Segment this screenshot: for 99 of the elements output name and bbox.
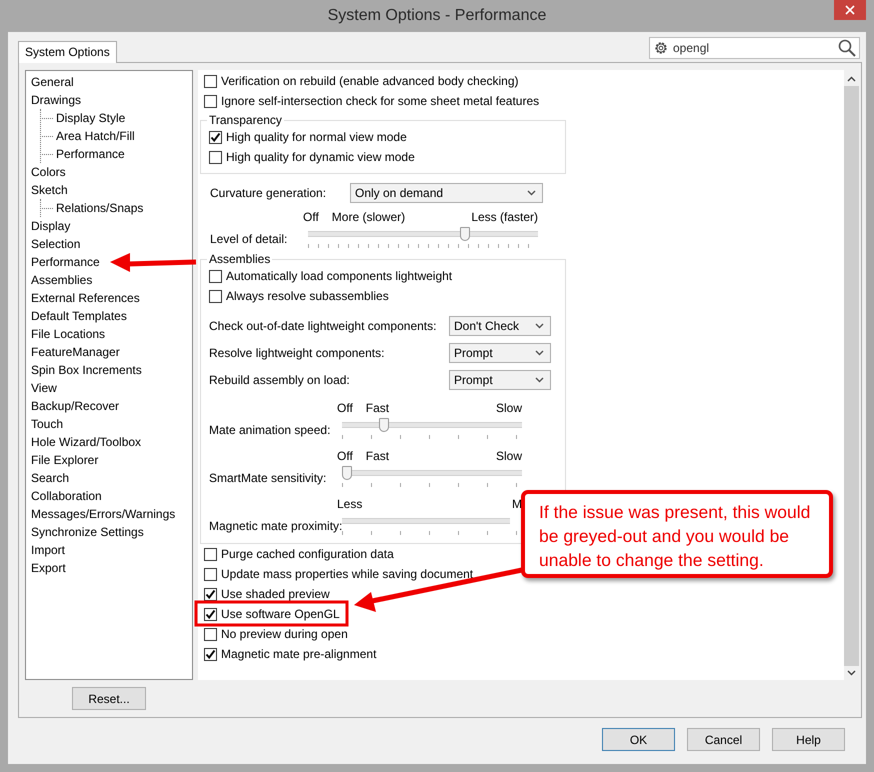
dialog-button[interactable]: OK <box>602 728 675 751</box>
checkbox[interactable] <box>204 74 217 88</box>
dropdown-label: Curvature generation: <box>210 186 328 200</box>
slider-mark-label: Off <box>337 449 353 463</box>
slider-mark-label: Less <box>337 497 362 511</box>
dropdown-label: Resolve lightweight components: <box>209 346 386 360</box>
slider-label: Magnetic mate proximity: <box>209 518 342 533</box>
close-button[interactable] <box>834 0 866 20</box>
checkbox[interactable] <box>209 290 222 302</box>
chevron-down-icon <box>535 376 544 382</box>
dialog-button[interactable]: Help <box>772 728 845 751</box>
slider-mark-label: Fast <box>366 449 390 463</box>
tree-item[interactable]: Relations/Snaps <box>41 199 144 217</box>
tab[interactable]: System Options <box>18 41 117 63</box>
tree-item[interactable]: Display Style <box>41 109 126 127</box>
checkbox-label: Verification on rebuild (enable advanced body checking) <box>221 74 519 88</box>
callout: If the issue was present, this would be greyed-out and you would be unable to change the setting. <box>521 490 833 578</box>
checkbox-label: Use shaded preview <box>221 587 330 601</box>
window-title: System Options - Performance <box>328 7 546 25</box>
checkbox[interactable] <box>209 270 222 282</box>
tree-item[interactable]: Messages/Errors/Warnings <box>31 505 176 523</box>
dropdown[interactable]: Prompt <box>449 342 551 362</box>
slider-thumb[interactable] <box>342 466 352 480</box>
checkbox[interactable] <box>204 94 217 108</box>
checkbox-label: Magnetic mate pre-alignment <box>221 647 376 661</box>
tree-item[interactable]: Import <box>31 541 66 559</box>
tree-item[interactable]: Colors <box>31 163 66 181</box>
tree-item[interactable]: Search <box>31 469 70 487</box>
chevron-down-icon <box>535 322 544 328</box>
slider-mark-label: Fast <box>366 401 390 415</box>
tree-item[interactable]: External References <box>31 289 140 307</box>
checkbox[interactable] <box>204 608 217 620</box>
checkbox-label: Purge cached configuration data <box>221 547 394 561</box>
reset-button[interactable]: Reset... <box>72 687 146 710</box>
checkbox[interactable] <box>204 628 217 640</box>
checkbox-label: Ignore self-intersection check for some sheet metal features <box>221 94 540 108</box>
tree-item[interactable]: Assemblies <box>31 271 92 289</box>
tree-item[interactable]: Hole Wizard/Toolbox <box>31 433 142 451</box>
slider-thumb[interactable] <box>460 227 470 241</box>
tree-item[interactable]: Collaboration <box>31 487 102 505</box>
tree-item[interactable]: Touch <box>31 415 64 433</box>
group-title: Assemblies <box>208 252 272 266</box>
checkbox-label: Automatically load components lightweight <box>226 269 452 283</box>
checkbox-label: High quality for dynamic view mode <box>226 150 415 164</box>
search-icon[interactable] <box>838 39 856 57</box>
chevron-down-icon[interactable] <box>847 670 856 676</box>
tree-item[interactable]: FeatureManager <box>31 343 120 361</box>
slider-mark-label: Slow <box>496 401 522 415</box>
tree-item[interactable]: General <box>31 73 74 91</box>
tree-item[interactable]: View <box>31 379 57 397</box>
tree-item[interactable]: Performance <box>41 145 125 163</box>
dropdown-label: Rebuild assembly on load: <box>209 372 351 386</box>
slider-mark-label: Off <box>303 210 319 224</box>
tree-item[interactable]: Display <box>31 217 70 235</box>
slider-mark-label: M <box>512 497 522 511</box>
tree-item[interactable]: File Explorer <box>31 451 98 469</box>
slider-label: Mate animation speed: <box>209 422 332 437</box>
checkbox[interactable] <box>204 548 217 560</box>
checkbox[interactable] <box>209 130 222 144</box>
checkbox-label: No preview during open <box>221 627 348 641</box>
tree-item[interactable]: File Locations <box>31 325 106 343</box>
dialog-button[interactable]: Cancel <box>687 728 760 751</box>
tree-item[interactable]: Backup/Recover <box>31 397 120 415</box>
tree-item[interactable]: Area Hatch/Fill <box>41 127 135 145</box>
slider-thumb[interactable] <box>379 418 390 432</box>
checkbox-label: Use software OpenGL <box>221 607 340 621</box>
tree-item[interactable]: Spin Box Increments <box>31 361 142 379</box>
slider-mark-label: More (slower) <box>332 210 406 224</box>
slider-mark-label: Off <box>337 401 353 415</box>
checkbox[interactable] <box>204 648 217 660</box>
dropdown[interactable]: Prompt <box>449 370 551 390</box>
tree-item[interactable]: Sketch <box>31 181 68 199</box>
tree-item[interactable]: Drawings <box>31 91 82 109</box>
chevron-down-icon <box>535 350 544 356</box>
tree-item[interactable]: Performance <box>31 253 100 271</box>
chevron-down-icon <box>527 190 536 196</box>
dropdown[interactable]: Don't Check <box>449 316 551 336</box>
tree-item[interactable]: Default Templates <box>31 307 127 325</box>
checkbox-label: Always resolve subassemblies <box>226 289 389 303</box>
search-field[interactable]: opengl <box>649 37 860 59</box>
checkbox-label: Update mass properties while saving document <box>221 567 474 581</box>
tree-item[interactable]: Selection <box>31 235 80 253</box>
search-text: opengl <box>673 41 710 55</box>
checkbox[interactable] <box>209 150 222 164</box>
tree-item[interactable]: Synchronize Settings <box>31 523 144 541</box>
tree-item[interactable]: Export <box>31 559 66 577</box>
gear-icon[interactable] <box>653 40 669 56</box>
slider-mark-label: Less (faster) <box>471 210 538 224</box>
chevron-up-icon[interactable] <box>847 76 856 82</box>
checkbox[interactable] <box>204 588 217 600</box>
close-icon[interactable] <box>845 5 855 15</box>
checkbox-label: High quality for normal view mode <box>226 130 407 144</box>
checkbox[interactable] <box>204 568 217 580</box>
group-title: Transparency <box>208 113 283 127</box>
dropdown[interactable]: Only on demand <box>350 183 543 203</box>
slider-mark-label: Slow <box>496 449 522 463</box>
slider-label: Level of detail: <box>210 231 288 246</box>
slider-label: SmartMate sensitivity: <box>209 470 328 485</box>
dropdown-label: Check out-of-date lightweight components: <box>209 318 438 332</box>
